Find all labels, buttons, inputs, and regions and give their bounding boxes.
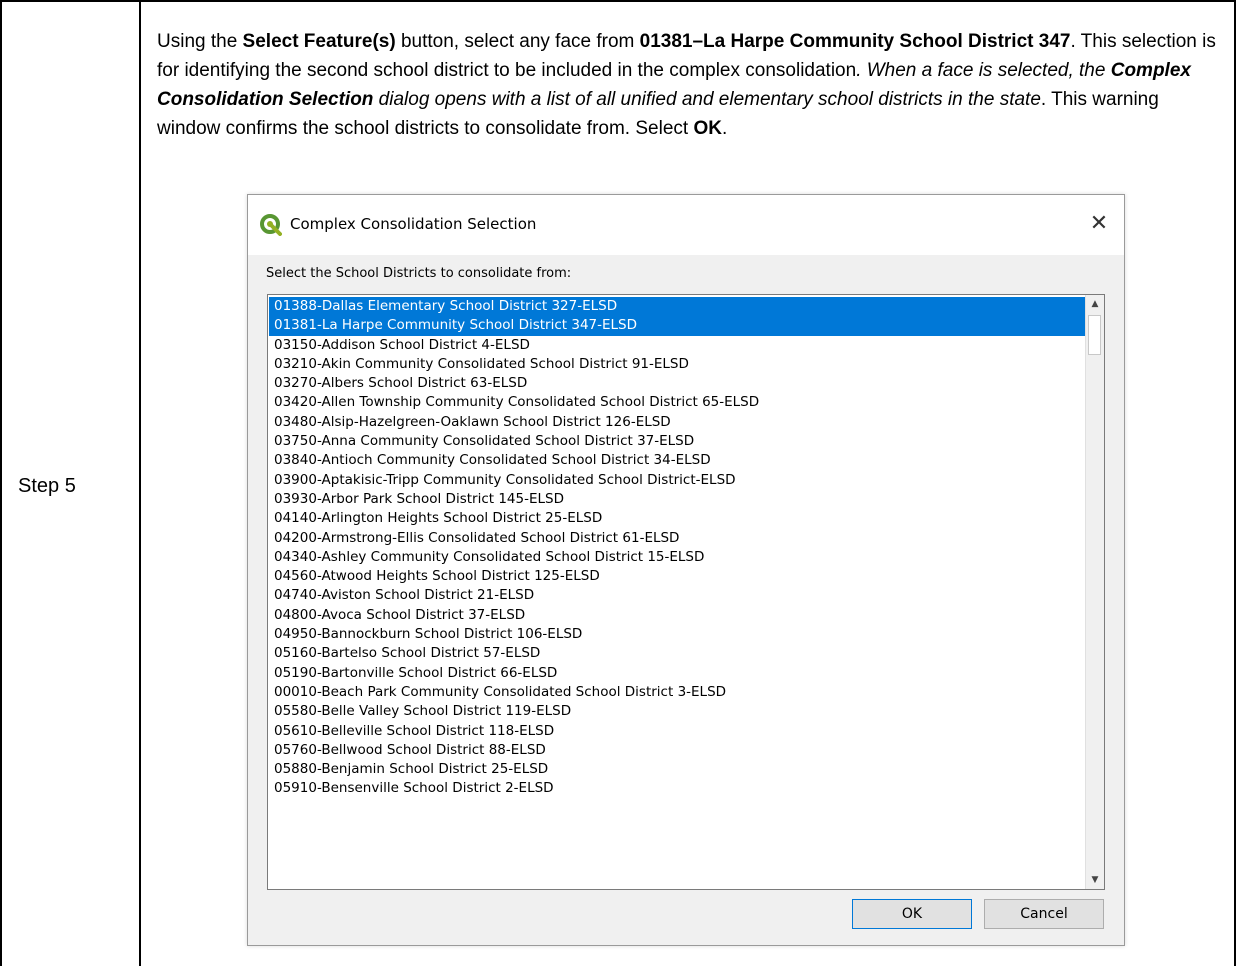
instructions-bold-ok: OK: [693, 118, 722, 139]
list-item[interactable]: 00010-Beach Park Community Consolidated …: [269, 683, 1086, 702]
dialog-titlebar: Complex Consolidation Selection ✕: [248, 195, 1124, 255]
list-item[interactable]: 04800-Avoca School District 37-ELSD: [269, 606, 1086, 625]
list-item[interactable]: 03270-Albers School District 63-ELSD: [269, 374, 1086, 393]
list-item[interactable]: 03840-Antioch Community Consolidated Sch…: [269, 451, 1086, 470]
list-item[interactable]: 05760-Bellwood School District 88-ELSD: [269, 741, 1086, 760]
scroll-down-icon[interactable]: ▼: [1086, 871, 1104, 889]
instructions-text: Using the Select Feature(s) button, sele…: [157, 27, 1225, 143]
list-item[interactable]: 03480-Alsip-Hazelgreen-Oaklawn School Di…: [269, 413, 1086, 432]
list-item[interactable]: 04740-Aviston School District 21-ELSD: [269, 586, 1086, 605]
list-item[interactable]: 03420-Allen Township Community Consolida…: [269, 393, 1086, 412]
close-button[interactable]: ✕: [1084, 209, 1114, 239]
scrollbar-thumb[interactable]: [1088, 315, 1101, 355]
instructions-italic-2: dialog opens with a list of all unified …: [373, 89, 1041, 110]
instructions-text-1: Using the: [157, 31, 243, 52]
list-item[interactable]: 05880-Benjamin School District 25-ELSD: [269, 760, 1086, 779]
list-item[interactable]: 03150-Addison School District 4-ELSD: [269, 336, 1086, 355]
list-item[interactable]: 04200-Armstrong-Ellis Consolidated Schoo…: [269, 529, 1086, 548]
list-item[interactable]: 01381-La Harpe Community School District…: [269, 316, 1086, 336]
list-item[interactable]: 05160-Bartelso School District 57-ELSD: [269, 644, 1086, 663]
cancel-button[interactable]: Cancel: [984, 899, 1104, 929]
instructions-bold-district: 01381–La Harpe Community School District…: [639, 31, 1071, 52]
list-item[interactable]: 04950-Bannockburn School District 106-EL…: [269, 625, 1086, 644]
list-item[interactable]: 05910-Bensenville School District 2-ELSD: [269, 779, 1086, 798]
list-item[interactable]: 03900-Aptakisic-Tripp Community Consolid…: [269, 471, 1086, 490]
list-item[interactable]: 03750-Anna Community Consolidated School…: [269, 432, 1086, 451]
instructions-italic-1: . When a face is selected, the: [856, 60, 1111, 81]
list-item[interactable]: 04560-Atwood Heights School District 125…: [269, 567, 1086, 586]
vertical-scrollbar[interactable]: ▲ ▼: [1085, 295, 1104, 889]
ok-button[interactable]: OK: [852, 899, 972, 929]
scroll-up-icon[interactable]: ▲: [1086, 295, 1104, 313]
dialog-title: Complex Consolidation Selection: [290, 215, 537, 233]
step-label: Step 5: [18, 475, 76, 497]
list-item[interactable]: 05190-Bartonville School District 66-ELS…: [269, 664, 1086, 683]
list-item[interactable]: 05610-Belleville School District 118-ELS…: [269, 722, 1086, 741]
selection-prompt: Select the School Districts to consolida…: [266, 266, 572, 281]
column-divider: [139, 0, 141, 966]
instructions-text-5: .: [721, 118, 728, 139]
list-item[interactable]: 03210-Akin Community Consolidated School…: [269, 355, 1086, 374]
instructions-bold-select-feature: Select Feature(s): [242, 31, 396, 52]
close-icon: ✕: [1089, 211, 1109, 236]
list-item[interactable]: 04140-Arlington Heights School District …: [269, 509, 1086, 528]
complex-consolidation-dialog: Complex Consolidation Selection ✕ Select…: [247, 194, 1125, 946]
instructions-text-2: button, select any face from: [395, 31, 640, 52]
list-item[interactable]: 04340-Ashley Community Consolidated Scho…: [269, 548, 1086, 567]
list-item[interactable]: 05580-Belle Valley School District 119-E…: [269, 702, 1086, 721]
school-district-listbox[interactable]: 01388-Dallas Elementary School District …: [267, 294, 1105, 890]
qgis-logo-icon: [260, 214, 282, 236]
list-item[interactable]: 03930-Arbor Park School District 145-ELS…: [269, 490, 1086, 509]
list-items: 01388-Dallas Elementary School District …: [269, 297, 1086, 799]
list-item[interactable]: 01388-Dallas Elementary School District …: [269, 297, 1086, 317]
